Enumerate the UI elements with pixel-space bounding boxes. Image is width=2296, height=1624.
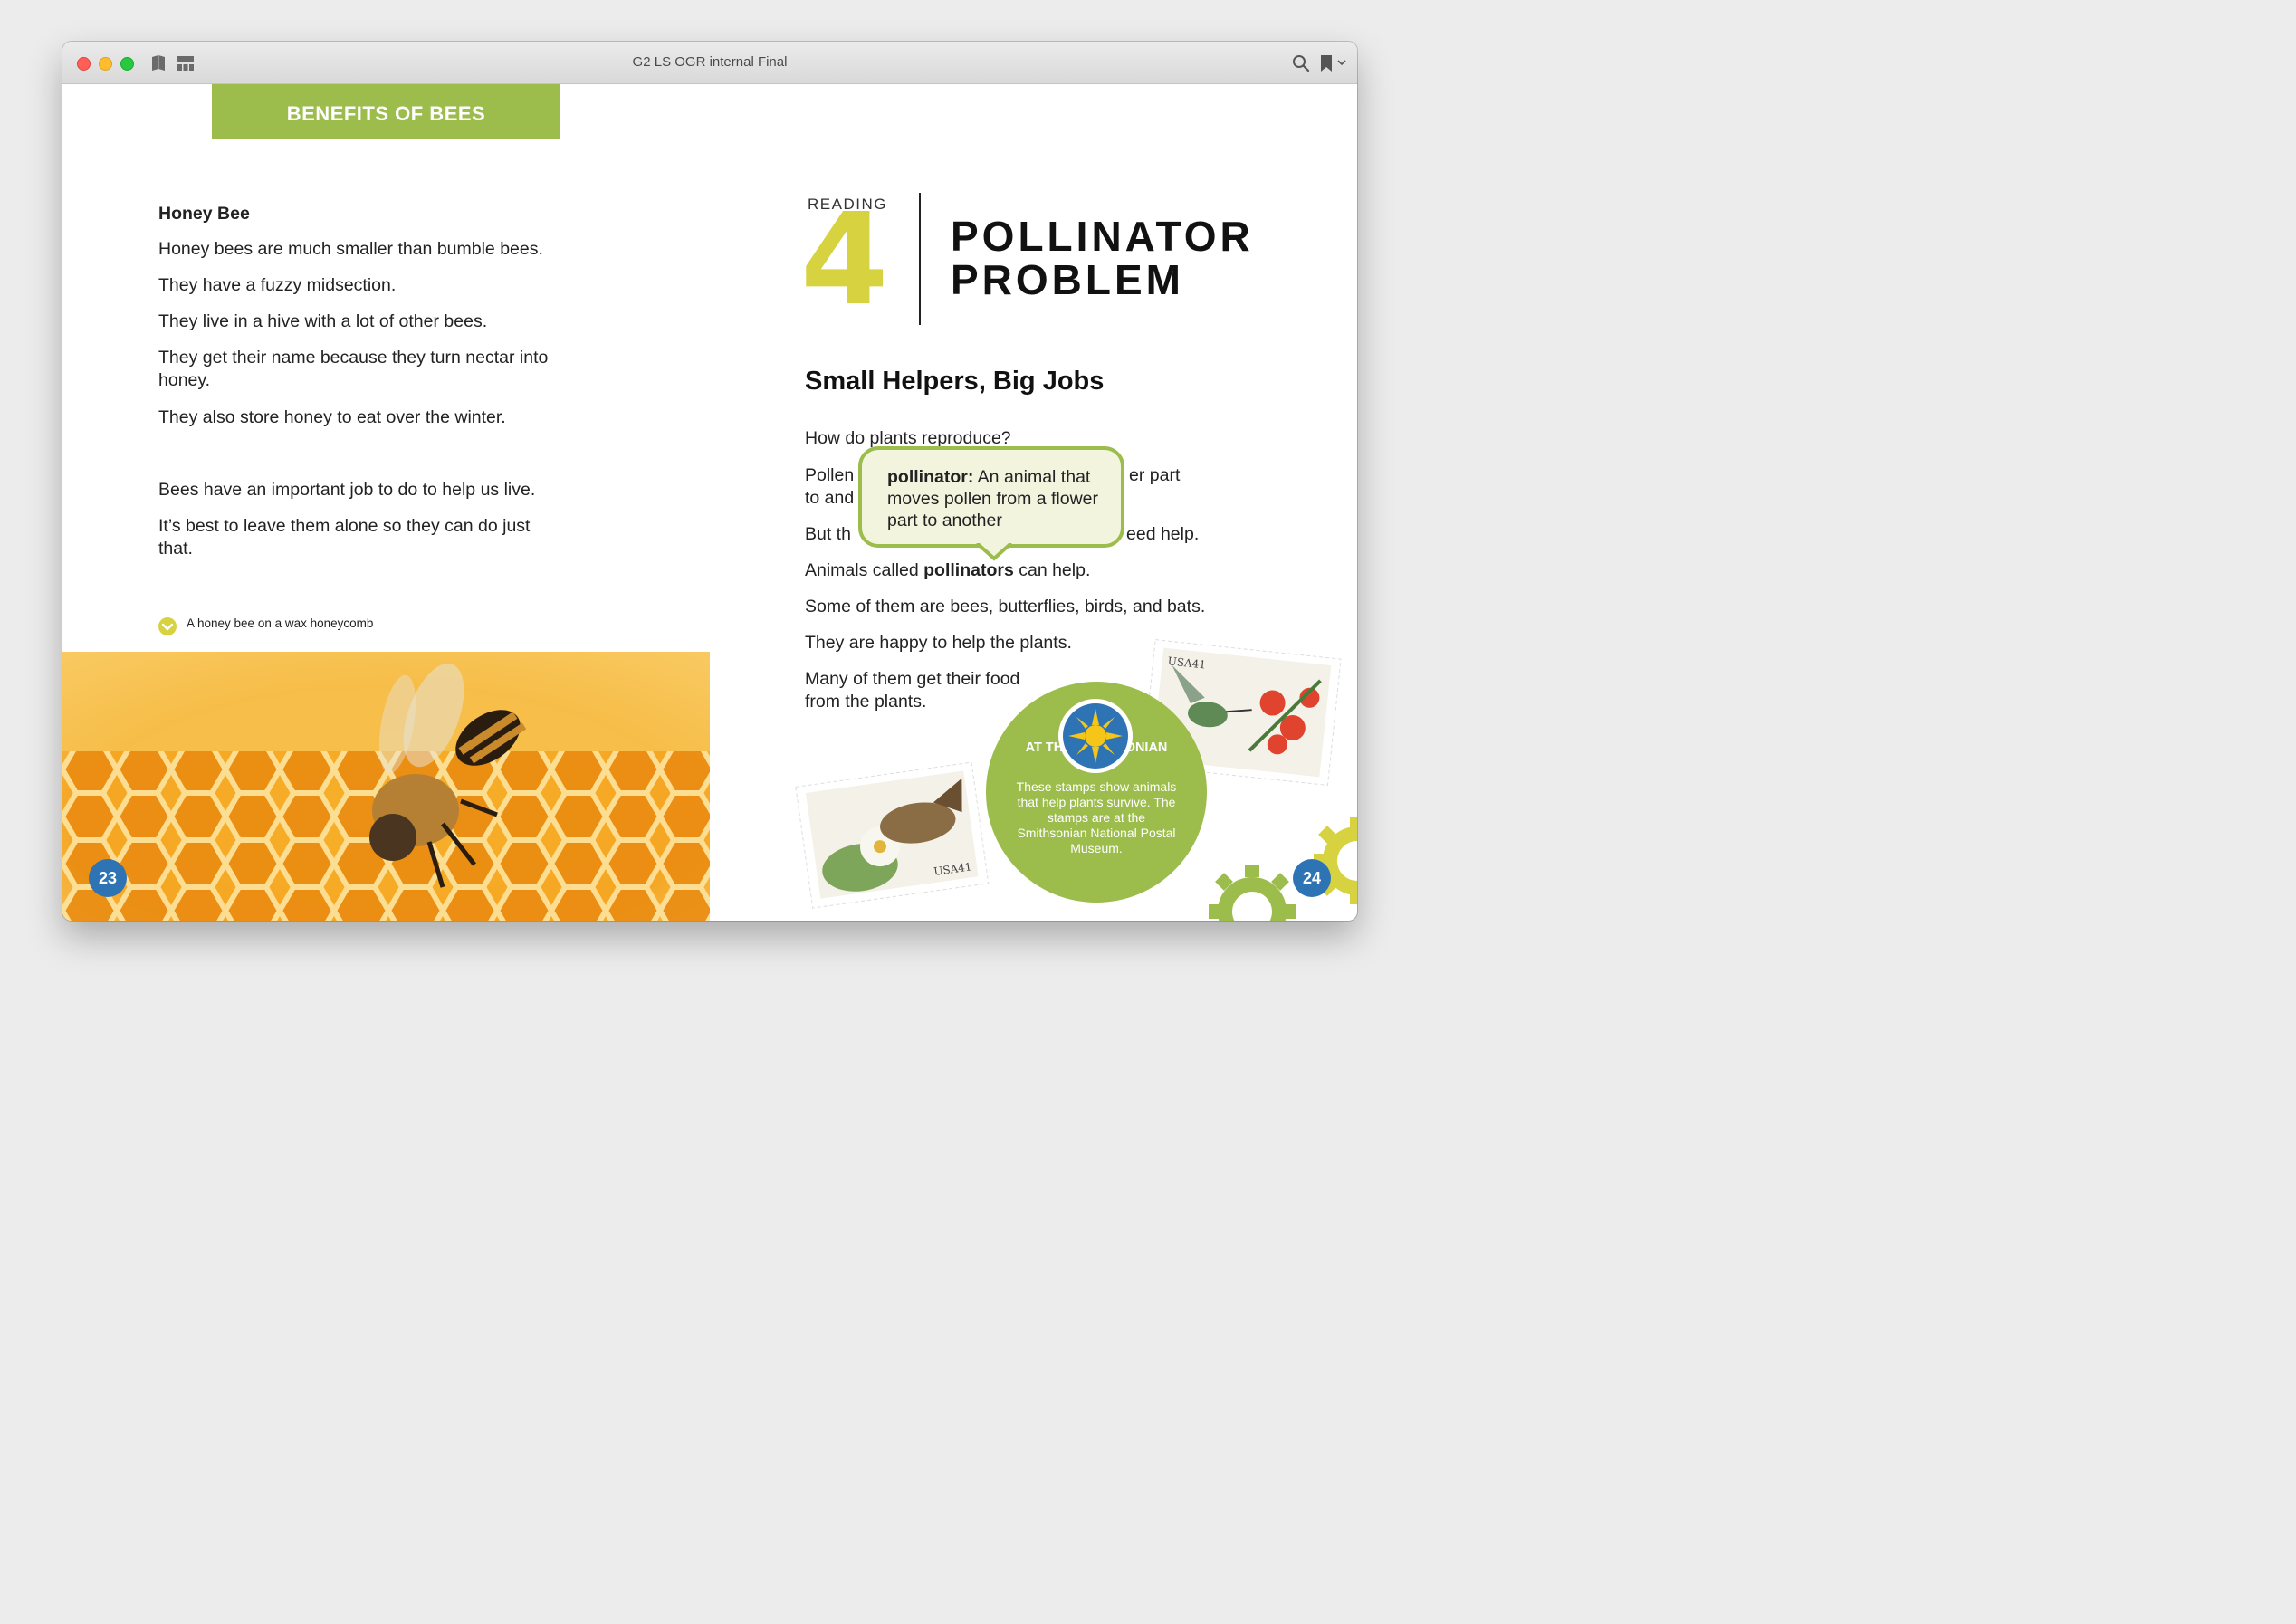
bookmark-icon[interactable] bbox=[1319, 54, 1334, 72]
subheading: Small Helpers, Big Jobs bbox=[805, 367, 1105, 396]
popover-pointer bbox=[975, 543, 1013, 561]
honey-bee-heading: Honey Bee bbox=[158, 204, 250, 224]
glossary-term: pollinator: bbox=[887, 467, 974, 487]
page-number-left: 23 bbox=[89, 859, 127, 897]
reading-number: 4 bbox=[800, 196, 887, 305]
paragraph: Some of them are bees, butterflies, bird… bbox=[805, 597, 1206, 616]
book-spread: BENEFITS OF BEES Honey Bee Honey bees ar… bbox=[62, 84, 1357, 921]
pollinators-glossary-term[interactable]: pollinators bbox=[923, 560, 1014, 580]
paragraph-fragment: But th bbox=[805, 524, 851, 544]
glossary-definition: pollinator: An animal that moves pollen … bbox=[887, 467, 1099, 530]
paragraph: They also store honey to eat over the wi… bbox=[158, 407, 506, 427]
honeycomb-bee-photo bbox=[62, 652, 710, 921]
caption-arrow-icon bbox=[158, 617, 177, 635]
paragraph-fragment: eed help. bbox=[1126, 524, 1200, 544]
green-gear-icon bbox=[1209, 865, 1296, 921]
title-bar: G2 LS OGR internal Final bbox=[62, 42, 1357, 84]
reading-title-line2: PROBLEM bbox=[951, 256, 1184, 303]
paragraph-fragment: Pollen bbox=[805, 465, 855, 485]
photo-caption: A honey bee on a wax honeycomb bbox=[187, 616, 374, 630]
paragraph: They get their name because they turn ne… bbox=[158, 348, 549, 390]
smithsonian-sun-logo-icon bbox=[1058, 699, 1133, 773]
paragraph: Bees have an important job to do to help… bbox=[158, 480, 536, 500]
paragraph: They have a fuzzy midsection. bbox=[158, 275, 397, 295]
bat-stamp-image: USA41 bbox=[795, 761, 990, 909]
title-divider bbox=[919, 193, 921, 325]
paragraph-fragment: to and bbox=[805, 488, 855, 508]
window-title: G2 LS OGR internal Final bbox=[632, 54, 788, 70]
reading-title: POLLINATOR PROBLEM bbox=[951, 215, 1254, 301]
paragraph-fragment: er part bbox=[1129, 465, 1181, 485]
paragraph: Many of them get their food from the pla… bbox=[805, 669, 1020, 712]
pollinators-sentence: Animals called pollinators can help. bbox=[805, 560, 1091, 580]
glossary-popover[interactable]: pollinator: An animal that moves pollen … bbox=[858, 446, 1124, 548]
reading-title-line1: POLLINATOR bbox=[951, 213, 1254, 260]
section-banner: BENEFITS OF BEES bbox=[212, 84, 560, 139]
paragraph: They live in a hive with a lot of other … bbox=[158, 311, 488, 331]
search-icon[interactable] bbox=[1292, 54, 1310, 72]
smithsonian-body: These stamps show animals that help plan… bbox=[1016, 779, 1177, 855]
reader-window: G2 LS OGR internal Final BENEFITS OF BEE… bbox=[62, 42, 1357, 921]
reading-number-text: 4 bbox=[800, 196, 887, 305]
chevron-down-icon[interactable] bbox=[1337, 60, 1346, 67]
paragraph: They are happy to help the plants. bbox=[805, 633, 1072, 653]
paragraph: It’s best to leave them alone so they ca… bbox=[158, 516, 531, 559]
page-number-right: 24 bbox=[1293, 859, 1331, 897]
paragraph: Honey bees are much smaller than bumble … bbox=[158, 239, 543, 259]
